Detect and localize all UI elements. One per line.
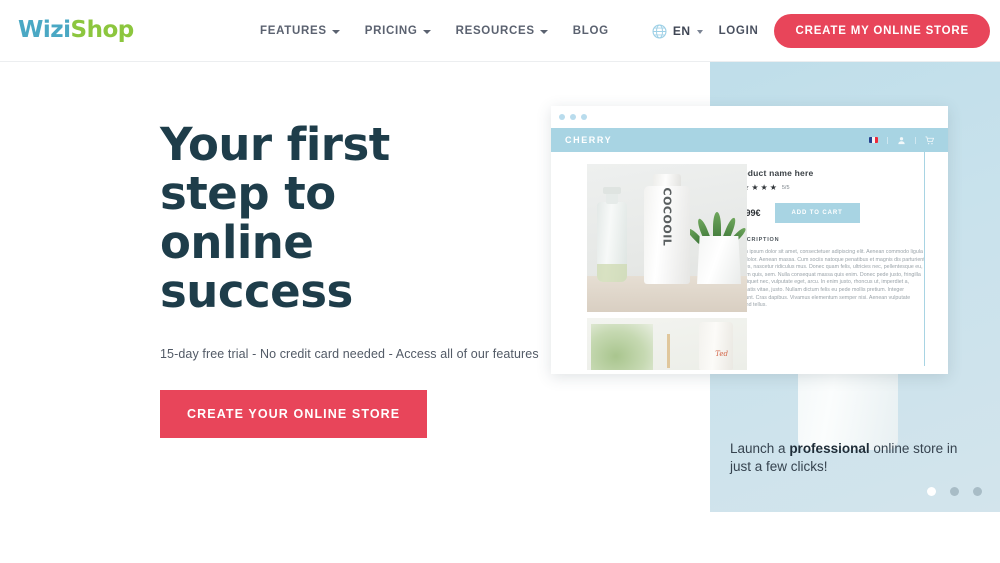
browser-chrome [551,106,948,128]
flag-fr-icon[interactable] [869,137,878,143]
divider [915,136,916,144]
heading-line-1: Your first [160,118,390,171]
browser-dot-icon [581,114,587,120]
carousel-dot-3[interactable] [973,487,982,496]
brand-logo[interactable]: WiziShop [18,17,134,43]
rating-text: 5/5 [781,185,790,191]
wooden-stick [667,334,670,368]
main-navigation: FEATURES PRICING RESOURCES BLOG [260,0,609,62]
user-icon[interactable] [897,136,906,145]
store-preview-mockup: CHERRY COCOOIL Ted Product name here ★ ★… [551,106,948,374]
chevron-down-icon [539,30,548,34]
star-icon: ★ [760,183,768,192]
store-topbar: CHERRY [551,128,948,152]
globe-icon [652,23,667,39]
create-store-hero-button[interactable]: CREATE YOUR ONLINE STORE [160,390,428,438]
heading-line-4: success [160,265,353,318]
store-name: CHERRY [565,135,613,145]
product-image-secondary[interactable]: Ted [587,318,747,370]
star-icon: ★ [751,183,759,192]
browser-dot-icon [570,114,576,120]
landing-page: WiziShop FEATURES PRICING RESOURCES BLOG [0,0,1000,563]
product-name: Product name here [733,168,814,178]
divider [887,136,888,144]
glass-bottle-liquid [597,264,627,282]
hero-subtitle: 15-day free trial - No credit card neede… [160,347,539,361]
carousel-dot-1[interactable] [927,487,936,496]
banner-prefix: Launch a [730,441,790,456]
header-actions: EN LOGIN CREATE MY ONLINE STORE [652,0,990,62]
login-link[interactable]: LOGIN [719,25,759,37]
description-title: DESCRIPTION [733,237,780,243]
brand-logo-part2: Shop [70,17,135,43]
banner-bold: professional [789,441,870,456]
glass-bottle-cap [603,187,621,194]
nav-label-blog: BLOG [572,25,609,37]
heading-line-2: step to [160,167,336,220]
carousel-dot-2[interactable] [950,487,959,496]
language-selector[interactable]: EN [652,23,703,39]
nav-label-pricing: PRICING [364,25,418,37]
chevron-down-icon [422,30,431,34]
store-topbar-icons [869,135,934,145]
nav-label-features: FEATURES [260,25,327,37]
showcase-banner-text: Launch a professional online store in ju… [730,440,980,476]
product-image-label: COCOOIL [660,187,674,247]
foliage [591,324,653,370]
cart-icon[interactable] [925,135,934,145]
carousel-dots [927,487,982,496]
heading-line-3: online [160,216,314,269]
star-icon: ★ [769,183,777,192]
nav-item-resources[interactable]: RESOURCES [456,25,548,37]
secondary-image-label: Ted [715,350,728,358]
nav-label-resources: RESOURCES [455,25,535,37]
secondary-bottle [699,322,733,370]
page-title: Your first step to online success [160,120,560,316]
site-header: WiziShop FEATURES PRICING RESOURCES BLOG [0,0,1000,62]
create-store-header-button[interactable]: CREATE MY ONLINE STORE [774,14,990,48]
nav-item-pricing[interactable]: PRICING [365,25,431,37]
nav-item-features[interactable]: FEATURES [260,25,340,37]
description-body: Lorem ipsum dolor sit amet, consectetuer… [733,249,925,309]
succulent-pot [697,236,741,284]
store-product-page: COCOOIL Ted Product name here ★ ★ ★ ★ [551,152,948,374]
product-rating: ★ ★ ★ ★ ★ 5/5 [733,184,926,192]
product-price-row: 59,99€ ADD TO CART [733,203,926,223]
chevron-down-icon [696,30,703,34]
nav-item-blog[interactable]: BLOG [573,25,609,37]
language-value: EN [672,24,691,38]
product-image-main[interactable]: COCOOIL [587,164,747,312]
brand-logo-part1: Wizi [18,17,71,43]
accent-divider [924,152,925,366]
hero-section: Your first step to online success 15-day… [160,120,560,438]
product-bottle: COCOOIL [644,186,690,284]
add-to-cart-button[interactable]: ADD TO CART [774,203,860,223]
chevron-down-icon [331,30,340,34]
product-gallery: COCOOIL Ted [551,164,747,374]
